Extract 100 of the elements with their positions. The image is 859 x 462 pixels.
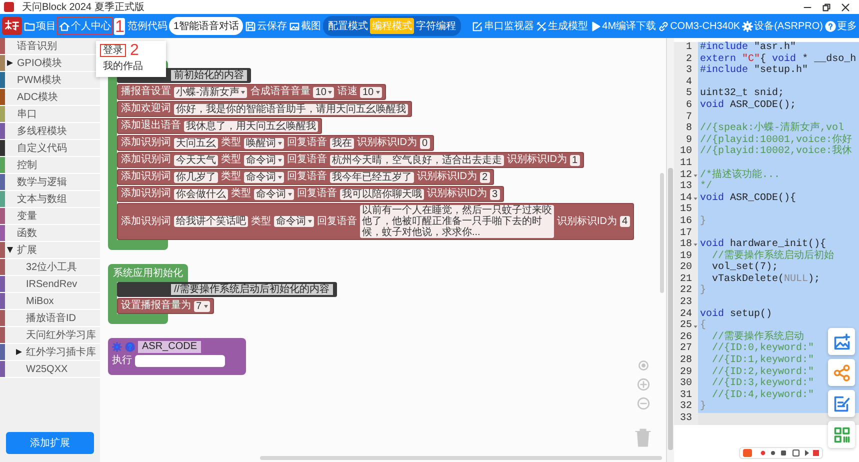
block-label: 执行 bbox=[112, 355, 132, 367]
image-icon bbox=[289, 20, 300, 32]
block-label: 合成语音音量 bbox=[250, 86, 310, 98]
text-field[interactable]: 你几岁了 bbox=[174, 172, 218, 182]
gear-icon bbox=[112, 342, 122, 352]
text-field[interactable]: 我休息了，用天问五幺唤醒我 bbox=[184, 120, 318, 132]
text-field[interactable]: 给我讲个笑话吧 bbox=[174, 216, 248, 227]
nav-button[interactable]: 个人中心 bbox=[58, 18, 112, 34]
line-number: 22 bbox=[680, 285, 692, 297]
home-icon bbox=[59, 20, 70, 32]
fold-arrow-icon[interactable] bbox=[692, 195, 699, 202]
nav-button[interactable]: 范例代码 bbox=[127, 18, 168, 34]
statement-block[interactable]: 添加识别词 今天天气 类型 命令词 回复语音 杭州今天晴，空气良好，适合出去走走 识别标识ID为 1 bbox=[117, 152, 584, 168]
dropdown-field[interactable]: 小蝶-清新女声 bbox=[174, 86, 248, 98]
toolbar-button[interactable]: 设备(ASRPRO) bbox=[742, 18, 823, 34]
category-item[interactable]: GPIO模块 bbox=[0, 55, 100, 72]
text-field[interactable]: 今天天气 bbox=[174, 154, 218, 166]
fold-arrow-icon[interactable] bbox=[692, 172, 699, 179]
dropdown-field[interactable]: 唤醒词 bbox=[244, 138, 284, 148]
restore-icon[interactable] bbox=[821, 2, 832, 12]
comment-field[interactable]: 前初始化的内容 bbox=[171, 70, 247, 81]
text-field[interactable]: 我今年已经五岁了 bbox=[330, 172, 414, 182]
statement-block[interactable]: 添加识别词 给我讲个笑话吧 类型 命令词 回复语音 以前有一个人在睡觉，然后一只蚊子过来咬他了，他被叮醒正准备一只手啪下去的时候，蚊子对他说，求求你... 识别标识ID为 4 bbox=[117, 203, 634, 240]
text-field[interactable]: 天问五幺 bbox=[174, 138, 218, 148]
settings-icon bbox=[742, 20, 754, 32]
fold-arrow-icon[interactable] bbox=[692, 241, 699, 248]
text-field[interactable]: 你会做什么 bbox=[174, 188, 228, 200]
dropdown-field[interactable]: 10 bbox=[360, 86, 382, 98]
dropdown-field[interactable]: 命令词 bbox=[274, 216, 314, 227]
toolbar-button[interactable]: COM3-CH340K bbox=[658, 20, 740, 32]
help-icon bbox=[825, 20, 836, 32]
line-number: 31 bbox=[680, 390, 692, 401]
input-method-toolbar-drawing[interactable] bbox=[739, 447, 823, 459]
caret-icon bbox=[278, 158, 282, 162]
dropdown-field[interactable]: 7 bbox=[194, 300, 210, 312]
dropdown-field[interactable]: 命令词 bbox=[244, 172, 284, 182]
text-field[interactable]: 你好，我是你的智能语音助手，请用天问五幺唤醒我 bbox=[174, 104, 408, 114]
dropdown-field[interactable]: 命令词 bbox=[244, 154, 284, 166]
mode-tab[interactable]: 配置模式 bbox=[326, 18, 370, 34]
category-item[interactable]: 语音识别 bbox=[0, 38, 100, 55]
comment-block[interactable]: //需要操作系统启动后初始化的内容 bbox=[117, 282, 337, 297]
toolbar-button[interactable]: 云保存 bbox=[245, 18, 288, 34]
text-field[interactable]: 我在 bbox=[330, 138, 354, 148]
floating-tool-button[interactable] bbox=[828, 390, 855, 417]
block-label: 添加识别词 bbox=[121, 137, 171, 149]
text-field[interactable]: 2 bbox=[480, 172, 490, 182]
statement-block[interactable]: 添加退出语音 我休息了，用天问五幺唤醒我 bbox=[117, 118, 322, 134]
fold-arrow-icon[interactable] bbox=[692, 322, 699, 330]
text-field[interactable]: ASR_CODE bbox=[138, 341, 202, 353]
text-field[interactable]: 杭州今天晴，空气良好，适合出去走走 bbox=[330, 154, 504, 166]
line-number: 6 bbox=[686, 100, 692, 112]
expand-arrow-icon[interactable] bbox=[16, 349, 22, 355]
scrollbar[interactable] bbox=[660, 173, 664, 293]
scrollbar[interactable] bbox=[668, 168, 673, 450]
block-label: 回复语音 bbox=[297, 188, 337, 200]
statement-block[interactable]: 添加识别词 天问五幺 类型 唤醒词 回复语音 我在 识别标识ID为 0 bbox=[117, 135, 434, 151]
floating-tool-button[interactable] bbox=[828, 328, 855, 355]
dropdown-field[interactable]: 命令词 bbox=[254, 188, 294, 200]
menu-item[interactable]: 登录 bbox=[100, 44, 126, 57]
text-field[interactable]: 4 bbox=[620, 216, 630, 227]
text-field[interactable]: 0 bbox=[420, 138, 430, 148]
text-field[interactable]: 我可以陪你聊天哦 bbox=[340, 188, 424, 200]
comment-field[interactable]: //需要操作系统启动后初始化的内容 bbox=[171, 284, 333, 295]
toolbar-button[interactable]: 串口监视器 bbox=[472, 18, 534, 34]
toolbar-button[interactable]: 4M编译下载 bbox=[590, 18, 656, 34]
line-number: 26 bbox=[680, 332, 692, 343]
toolbar-button[interactable]: 生成模型 bbox=[536, 18, 588, 34]
category-item[interactable]: W25QXX bbox=[0, 361, 100, 378]
function-block[interactable]: ASR_CODE 执行 bbox=[108, 338, 246, 375]
block-label: 播报音设置 bbox=[121, 86, 171, 98]
nav-button[interactable]: 项目 bbox=[24, 18, 56, 34]
project-selector[interactable]: 1智能语音对话 bbox=[169, 17, 244, 35]
statement-block[interactable]: 设置播报音量为 7 bbox=[117, 298, 214, 314]
window-title: 天问Block 2024 夏季正式版 bbox=[22, 0, 144, 14]
toolbar-button[interactable]: 更多 bbox=[825, 18, 857, 34]
text-field[interactable]: 3 bbox=[490, 188, 500, 200]
expand-arrow-icon[interactable] bbox=[7, 60, 13, 66]
line-number: 9 bbox=[686, 134, 692, 146]
floating-tool-button[interactable] bbox=[828, 359, 855, 386]
caret-icon bbox=[328, 90, 332, 94]
scrollbar[interactable] bbox=[260, 456, 662, 460]
floating-tool-button[interactable] bbox=[828, 421, 855, 448]
close-icon[interactable] bbox=[840, 2, 851, 12]
block-label: 类型 bbox=[221, 171, 241, 183]
statement-block[interactable]: 添加欢迎词 你好，我是你的智能语音助手，请用天问五幺唤醒我 bbox=[117, 101, 412, 117]
expand-arrow-icon[interactable] bbox=[7, 247, 13, 253]
statement-block[interactable]: 播报音设置 小蝶-清新女声 合成语音音量 10 语速 10 bbox=[117, 84, 386, 100]
text-field[interactable]: 以前有一个人在睡觉，然后一只蚊子过来咬他了，他被叮醒正准备一只手啪下去的时候，蚊子对他说，求求你... bbox=[360, 205, 554, 238]
statement-block[interactable]: 添加识别词 你会做什么 类型 命令词 回复语音 我可以陪你聊天哦 识别标识ID为 3 bbox=[117, 186, 504, 202]
line-number: 1 bbox=[686, 42, 692, 54]
statement-block[interactable]: 添加识别词 你几岁了 类型 命令词 回复语音 我今年已经五岁了 识别标识ID为 2 bbox=[117, 169, 494, 185]
text-field[interactable]: 1 bbox=[570, 154, 580, 166]
dropdown-field[interactable]: 10 bbox=[313, 86, 334, 98]
mode-tab[interactable]: 字符编程 bbox=[414, 18, 458, 34]
add-extension-button[interactable]: 添加扩展 bbox=[6, 432, 94, 454]
block-foot bbox=[108, 240, 168, 250]
toolbar-button[interactable]: 截图 bbox=[289, 18, 322, 34]
image-add-icon bbox=[832, 332, 850, 350]
category-item[interactable]: PWM模块 bbox=[0, 72, 100, 89]
edit-box-icon bbox=[472, 20, 484, 32]
